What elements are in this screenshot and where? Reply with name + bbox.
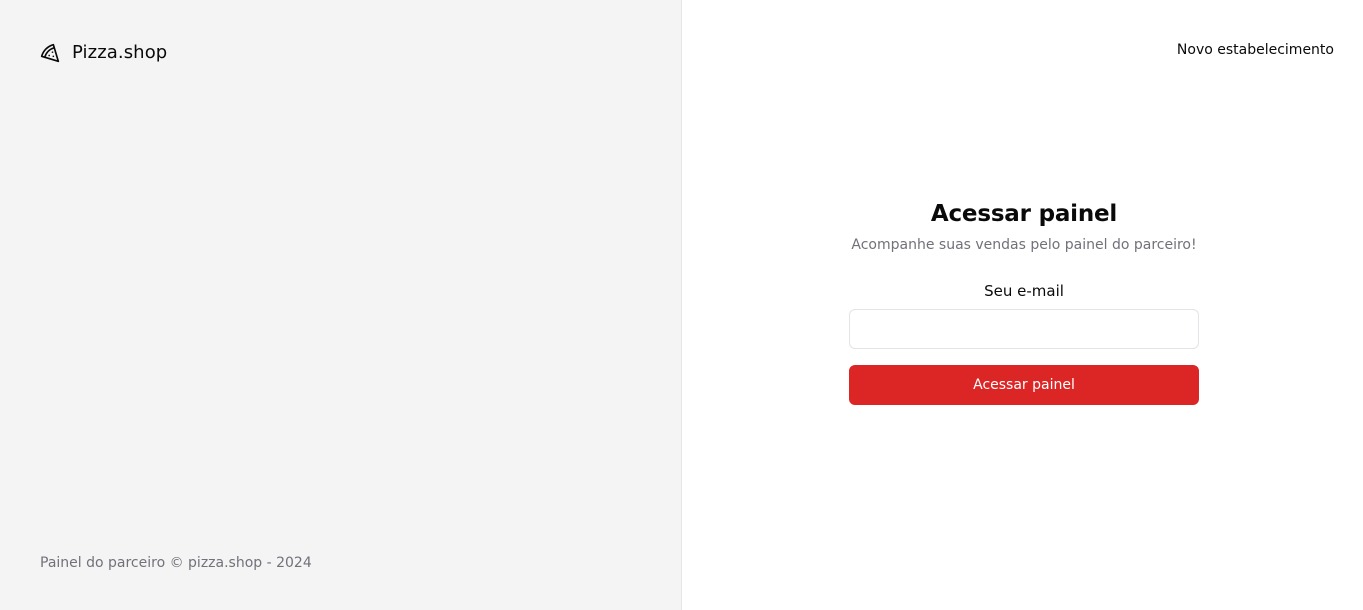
page-subtitle: Acompanhe suas vendas pelo painel do par… xyxy=(851,237,1197,253)
left-panel: Pizza.shop Painel do parceiro © pizza.sh… xyxy=(0,0,682,610)
email-label: Seu e-mail xyxy=(984,282,1064,300)
page-title: Acessar painel xyxy=(930,201,1118,227)
login-form: Acessar painel Acompanhe suas vendas pel… xyxy=(849,201,1199,405)
brand-name: Pizza.shop xyxy=(72,42,168,63)
email-field[interactable] xyxy=(849,309,1199,349)
left-footer: Painel do parceiro © pizza.shop - 2024 xyxy=(40,555,312,571)
access-panel-button[interactable]: Acessar painel xyxy=(849,365,1199,405)
right-panel: Novo estabelecimento Acessar painel Acom… xyxy=(682,0,1363,610)
new-establishment-link[interactable]: Novo estabelecimento xyxy=(1177,42,1334,58)
pizza-icon xyxy=(40,43,60,63)
brand: Pizza.shop xyxy=(40,42,167,63)
auth-layout: Pizza.shop Painel do parceiro © pizza.sh… xyxy=(0,0,1363,610)
